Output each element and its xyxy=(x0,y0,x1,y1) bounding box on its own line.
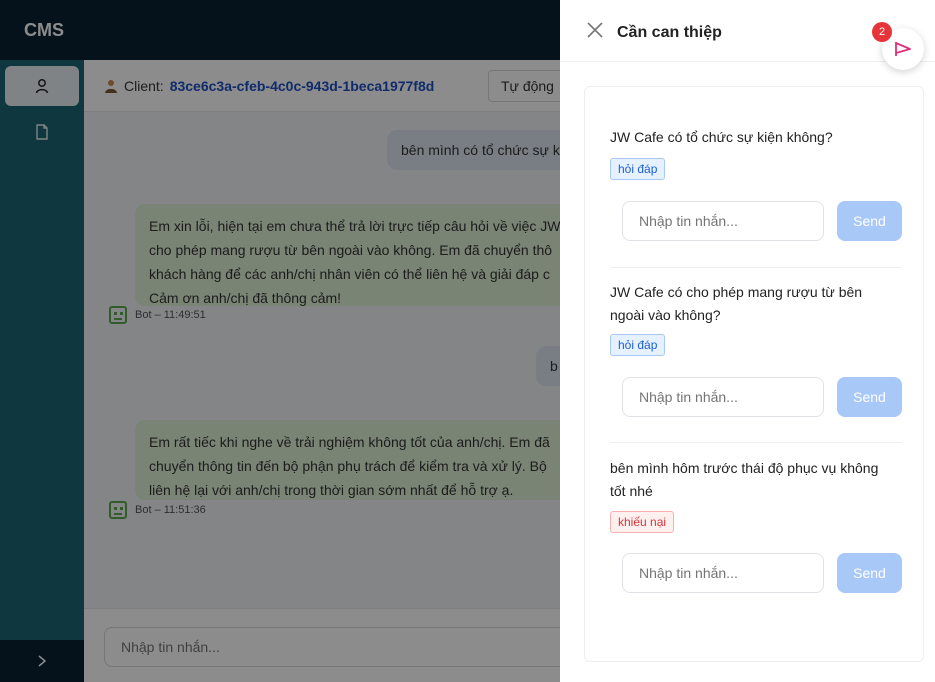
intervention-list: JW Cafe có tổ chức sự kiện không? hỏi đá… xyxy=(584,86,924,662)
drawer-title: Cần can thiệp xyxy=(617,24,722,41)
send-button[interactable]: Send xyxy=(837,201,902,241)
send-button[interactable]: Send xyxy=(837,377,902,417)
reply-input[interactable] xyxy=(622,553,824,593)
intervention-drawer: Cần can thiệp 2 JW Cafe có tổ chức sự ki… xyxy=(560,0,935,682)
send-button[interactable]: Send xyxy=(837,553,902,593)
divider xyxy=(610,267,902,268)
intervention-question: JW Cafe có cho phép mang rượu từ bên ngo… xyxy=(610,284,863,323)
notification-badge: 2 xyxy=(872,22,892,42)
reply-input[interactable] xyxy=(622,201,824,241)
intervention-tag: hỏi đáp xyxy=(610,158,666,180)
close-icon[interactable] xyxy=(586,21,604,39)
intervention-question: JW Cafe có tổ chức sự kiện không? xyxy=(610,129,833,145)
divider xyxy=(610,442,902,443)
intervention-tag: hỏi đáp xyxy=(610,334,666,356)
modal-overlay[interactable] xyxy=(0,0,560,682)
reply-input[interactable] xyxy=(622,377,824,417)
flag-icon xyxy=(895,42,911,56)
intervention-tag: khiếu nại xyxy=(610,511,675,533)
intervention-question: bên mình hôm trước thái độ phục vụ không… xyxy=(610,460,879,499)
